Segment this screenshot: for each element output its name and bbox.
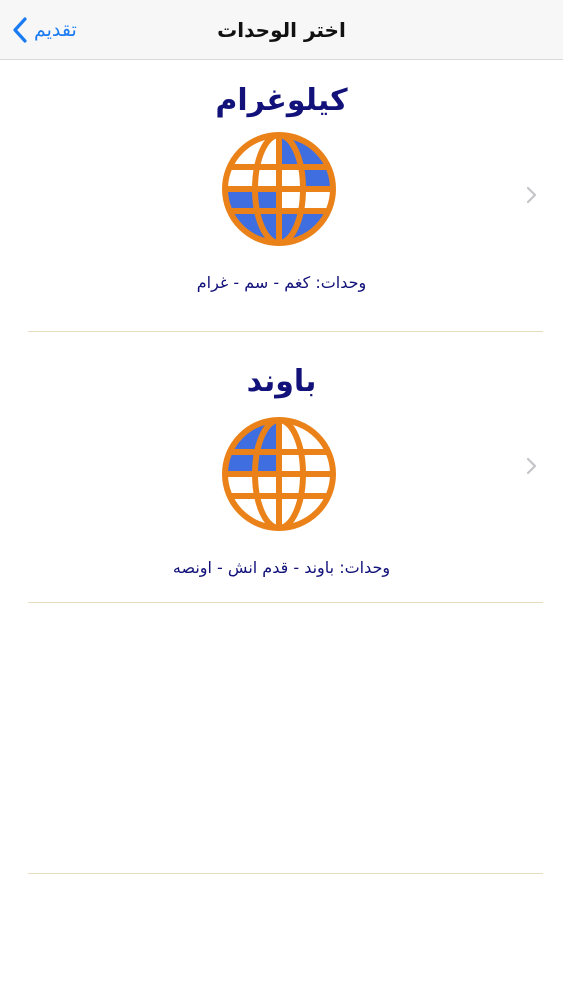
row-separator	[28, 873, 543, 874]
globe-icon	[222, 132, 336, 246]
page-title: اختر الوحدات	[217, 18, 346, 42]
row-title: كيلوغرام	[215, 83, 348, 118]
list-item-pound[interactable]: باوند وحدات: باوند - قدم انش - اونصه	[0, 332, 563, 602]
row-separator	[28, 602, 543, 603]
navigation-bar: تقديم اختر الوحدات	[0, 0, 563, 60]
back-button-label: تقديم	[34, 19, 77, 41]
chevron-left-icon	[13, 17, 27, 43]
chevron-right-icon	[526, 457, 537, 475]
row-units-text: وحدات: باوند - قدم انش - اونصه	[172, 558, 391, 577]
back-button[interactable]: تقديم	[12, 14, 77, 46]
globe-icon	[222, 417, 336, 531]
row-units-text: وحدات: كغم - سم - غرام	[196, 273, 367, 292]
screen: تقديم اختر الوحدات كيلوغرام وحدات: كغم -…	[0, 0, 563, 1000]
chevron-right-icon	[526, 186, 537, 204]
list-item-kilogram[interactable]: كيلوغرام وحدات: كغم - سم - غرام	[0, 61, 563, 331]
row-title: باوند	[246, 364, 317, 399]
